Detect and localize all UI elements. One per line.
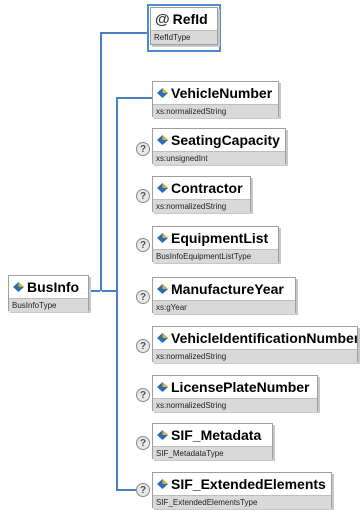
element-node[interactable]: SeatingCapacity xs:unsignedInt xyxy=(152,128,286,165)
element-name: SIF_Metadata xyxy=(171,427,262,443)
element-title: SIF_ExtendedElements xyxy=(153,473,331,495)
optional-question-icon: ? xyxy=(136,483,150,497)
optional-question-icon: ? xyxy=(136,290,150,304)
element-type: xs:gYear xyxy=(153,300,295,314)
connector-seq-stem xyxy=(102,290,116,292)
element-name: LicensePlateNumber xyxy=(171,379,310,395)
element-type: xs:normalizedString xyxy=(153,104,278,118)
schema-diagram: BusInfo BusInfoType @ RefId RefIdType Ve… xyxy=(0,0,361,510)
optional-question-icon: ? xyxy=(136,189,150,203)
element-title: Contractor xyxy=(153,177,250,199)
connector-branch-9 xyxy=(116,489,136,491)
element-diamond-icon xyxy=(157,382,168,392)
element-node[interactable]: LicensePlateNumber xs:normalizedString xyxy=(152,375,318,412)
element-title: ManufactureYear xyxy=(153,278,295,300)
element-type: xs:normalizedString xyxy=(153,398,317,412)
element-diamond-icon xyxy=(13,282,24,292)
attribute-type: RefIdType xyxy=(151,30,217,44)
element-diamond-icon xyxy=(157,135,168,145)
element-name: VehicleNumber xyxy=(171,85,273,101)
connector-attr-branch xyxy=(100,32,148,34)
element-diamond-icon xyxy=(157,479,168,489)
element-type: xs:normalizedString xyxy=(153,199,250,213)
element-title: SIF_Metadata xyxy=(153,424,272,446)
element-title: EquipmentList xyxy=(153,227,278,249)
element-type: BusInfoEquipmentListType xyxy=(153,249,278,263)
element-diamond-icon xyxy=(157,183,168,193)
optional-question-icon: ? xyxy=(136,142,150,156)
connector-root-stem xyxy=(88,290,100,292)
optional-question-icon: ? xyxy=(136,388,150,402)
element-node[interactable]: SIF_Metadata SIF_MetadataType xyxy=(152,423,273,460)
element-node[interactable]: VehicleNumber xs:normalizedString xyxy=(152,81,279,118)
element-name: ManufactureYear xyxy=(171,281,284,297)
element-diamond-icon xyxy=(157,284,168,294)
root-element-title: BusInfo xyxy=(9,276,88,298)
root-element-type: BusInfoType xyxy=(9,298,88,312)
optional-question-icon: ? xyxy=(136,436,150,450)
element-diamond-icon xyxy=(157,430,168,440)
element-type: SIF_ExtendedElementsType xyxy=(153,495,331,509)
element-title: LicensePlateNumber xyxy=(153,376,317,398)
element-title: VehicleIdentificationNumber xyxy=(153,327,357,349)
element-name: VehicleIdentificationNumber xyxy=(171,330,357,346)
attribute-at-icon: @ xyxy=(155,10,170,28)
root-element-name: BusInfo xyxy=(27,279,80,295)
attribute-node[interactable]: @ RefId RefIdType xyxy=(147,4,221,52)
element-type: xs:unsignedInt xyxy=(153,151,285,165)
element-diamond-icon xyxy=(157,333,168,343)
element-node[interactable]: Contractor xs:normalizedString xyxy=(152,176,251,213)
element-name: Contractor xyxy=(171,180,243,196)
element-type: SIF_MetadataType xyxy=(153,446,272,460)
element-node[interactable]: EquipmentList BusInfoEquipmentListType xyxy=(152,226,279,263)
element-name: EquipmentList xyxy=(171,230,269,246)
element-name: SIF_ExtendedElements xyxy=(171,476,326,492)
attribute-node-inner: @ RefId RefIdType xyxy=(150,7,218,45)
element-node[interactable]: ManufactureYear xs:gYear xyxy=(152,277,296,314)
element-node[interactable]: SIF_ExtendedElements SIF_ExtendedElement… xyxy=(152,472,332,509)
element-diamond-icon xyxy=(157,233,168,243)
optional-question-icon: ? xyxy=(136,339,150,353)
element-diamond-icon xyxy=(157,88,168,98)
root-element-node[interactable]: BusInfo BusInfoType xyxy=(8,275,89,312)
element-title: SeatingCapacity xyxy=(153,129,285,151)
attribute-name: RefId xyxy=(172,11,208,27)
connector-elements-trunk xyxy=(116,97,118,490)
optional-question-icon: ? xyxy=(136,238,150,252)
element-name: SeatingCapacity xyxy=(171,132,280,148)
element-title: VehicleNumber xyxy=(153,82,278,104)
element-type: xs:normalizedString xyxy=(153,349,357,363)
connector-attr-trunk xyxy=(100,32,102,291)
connector-branch-1 xyxy=(116,97,152,99)
element-node[interactable]: VehicleIdentificationNumber xs:normalize… xyxy=(152,326,358,363)
attribute-title: @ RefId xyxy=(151,8,217,30)
